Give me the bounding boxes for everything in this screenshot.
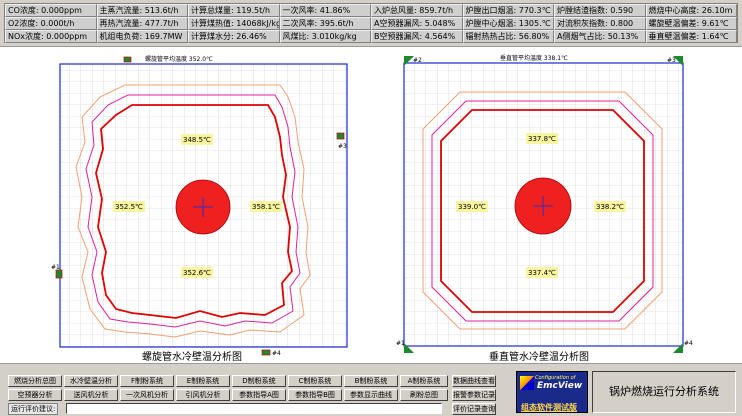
status-cell: 对流积灰指数: 0.800	[554, 17, 646, 30]
nav-button[interactable]: D制粉系统	[232, 375, 286, 387]
spiral-avg-temp: 螺旋管平均温度 352.0℃	[145, 55, 213, 63]
spiral-tube-panel: 螺旋管平均温度 352.0℃ #3 #1 #4 348.5℃ 352.5℃ 35…	[51, 55, 348, 363]
status-cell: 机组电负荷: 169.7MW	[96, 30, 188, 43]
vertical-temp-bottom: 337.4℃	[528, 269, 556, 277]
status-cell: 风煤比: 3.010kg/kg	[279, 30, 371, 43]
main-analysis-area: 螺旋管平均温度 352.0℃ #3 #1 #4 348.5℃ 352.5℃ 35…	[0, 46, 742, 364]
logo-line2: EmcView	[537, 381, 583, 391]
nav-button[interactable]: 空预器分析	[8, 389, 62, 401]
nav-button[interactable]: 参数指导A图	[232, 389, 286, 401]
status-cell: O2浓度: 0.000t/h	[5, 17, 97, 30]
emcview-logo: Configuration of EmcView 组态软件测试版	[516, 371, 588, 413]
advice-label: 运行评价建议:	[8, 403, 59, 415]
spiral-temp-left: 352.5℃	[115, 203, 143, 211]
advice-input[interactable]	[66, 403, 442, 414]
spiral-temp-top: 348.5℃	[183, 136, 211, 144]
nav-button[interactable]: 送风机分析	[64, 389, 118, 401]
vertical-temp-left: 339.0℃	[458, 203, 486, 211]
nav-button[interactable]: E制粉系统	[176, 375, 230, 387]
status-cell: 炉膛结渣指数: 0.590	[554, 4, 646, 17]
status-grid: CO浓度: 0.000ppm 主蒸汽流量: 513.6t/h 计算总煤量: 119.…	[4, 3, 738, 43]
nav-button[interactable]: 数据曲线查看	[452, 375, 496, 387]
status-cell: 炉膛中心烟温: 1305.℃	[462, 17, 554, 30]
status-cell: 计算总煤量: 119.5t/h	[188, 4, 280, 17]
nav-button[interactable]: B制粉系统	[344, 375, 398, 387]
nav-button[interactable]: 参数显示曲线	[344, 389, 398, 401]
spiral-marker-label-1: #1	[51, 264, 60, 271]
logo-line3: 组态软件测试版	[521, 403, 577, 412]
emcview-logo-mark	[520, 376, 534, 390]
vertical-tube-panel: 垂直管平均温度 338.1℃ #2 #3 #1 #4 337.8℃ 339.0℃…	[396, 54, 693, 363]
nav-button[interactable]: 刷粉总图	[400, 389, 448, 401]
vertical-temp-right: 338.2℃	[596, 203, 624, 211]
spiral-marker-top	[123, 56, 132, 63]
nav-button[interactable]: 一次风机分析	[120, 389, 174, 401]
status-cell: 螺旋壁温偏差: 9.61℃	[645, 17, 737, 30]
status-cell: 入炉总风量: 859.7t/h	[371, 4, 463, 17]
status-cell: 燃烧中心高度: 26.10m	[645, 4, 737, 17]
spiral-marker-label-3: #3	[338, 143, 347, 150]
app-window: CO浓度: 0.000ppm 主蒸汽流量: 513.6t/h 计算总煤量: 119.…	[0, 0, 742, 416]
status-cell: 辐射热热占比: 56.80%	[462, 30, 554, 43]
status-cell: 二次风率: 395.6t/h	[279, 17, 371, 30]
spiral-temp-bottom: 352.6℃	[183, 269, 211, 277]
nav-button[interactable]: 报警参数记录	[452, 389, 496, 401]
nav-button[interactable]: 引风机分析	[176, 389, 230, 401]
history-button[interactable]: 评价记录查询	[452, 403, 496, 415]
status-cell: 垂直壁温偏差: 1.64℃	[645, 30, 737, 43]
status-cell: 计算煤水分: 26.46%	[188, 30, 280, 43]
nav-button[interactable]: F制粉系统	[120, 375, 174, 387]
vertical-marker-label-4: #4	[684, 340, 693, 347]
spiral-marker-bottom	[261, 349, 271, 356]
nav-button[interactable]: 燃烧分析总图	[8, 375, 62, 387]
vertical-temp-top: 337.8℃	[528, 135, 556, 143]
vertical-avg-temp: 垂直管平均温度 338.1℃	[500, 54, 568, 62]
spiral-marker-left	[55, 269, 63, 279]
system-title: 锅炉燃烧运行分析系统	[592, 371, 736, 413]
status-cell: 再热汽流量: 477.7t/h	[96, 17, 188, 30]
status-cell: A空预器漏风: 5.048%	[371, 17, 463, 30]
vertical-chart-title: 垂直管水冷壁温分析图	[489, 350, 589, 363]
nav-button[interactable]: A制粉系统	[400, 375, 448, 387]
nav-button[interactable]: 水冷壁温分析	[64, 375, 118, 387]
nav-button[interactable]: C制粉系统	[288, 375, 342, 387]
spiral-chart-title: 螺旋管水冷壁温分析图	[142, 350, 242, 363]
status-cell: A侧烟气占比: 50.13%	[554, 30, 646, 43]
status-cell: CO浓度: 0.000ppm	[5, 4, 97, 17]
nav-button[interactable]: 参数指导B图	[288, 389, 342, 401]
bottom-navigation: 燃烧分析总图 水冷壁温分析 F制粉系统 E制粉系统 D制粉系统 C制粉系统 B制粉系统 A制粉…	[0, 366, 742, 416]
status-cell: 计算煤热值: 14068kJ/kg	[188, 17, 280, 30]
status-cell: 主蒸汽流量: 513.6t/h	[96, 4, 188, 17]
status-cell: 一次风率: 41.86%	[279, 4, 371, 17]
vertical-marker-label-1: #1	[396, 340, 405, 347]
spiral-marker-right	[336, 132, 345, 140]
status-cell: 炉膛出口烟温: 770.3℃	[462, 4, 554, 17]
vertical-marker-label-3: #3	[667, 57, 676, 64]
spiral-marker-label-4: #4	[272, 350, 281, 357]
vertical-marker-label-2: #2	[413, 57, 422, 64]
analysis-canvas: 螺旋管平均温度 352.0℃ #3 #1 #4 348.5℃ 352.5℃ 35…	[51, 54, 693, 363]
status-cell: NOx浓度: 0.000ppm	[5, 30, 97, 43]
spiral-temp-right: 358.1℃	[252, 203, 280, 211]
status-cell: B空预器漏风: 4.564%	[371, 30, 463, 43]
